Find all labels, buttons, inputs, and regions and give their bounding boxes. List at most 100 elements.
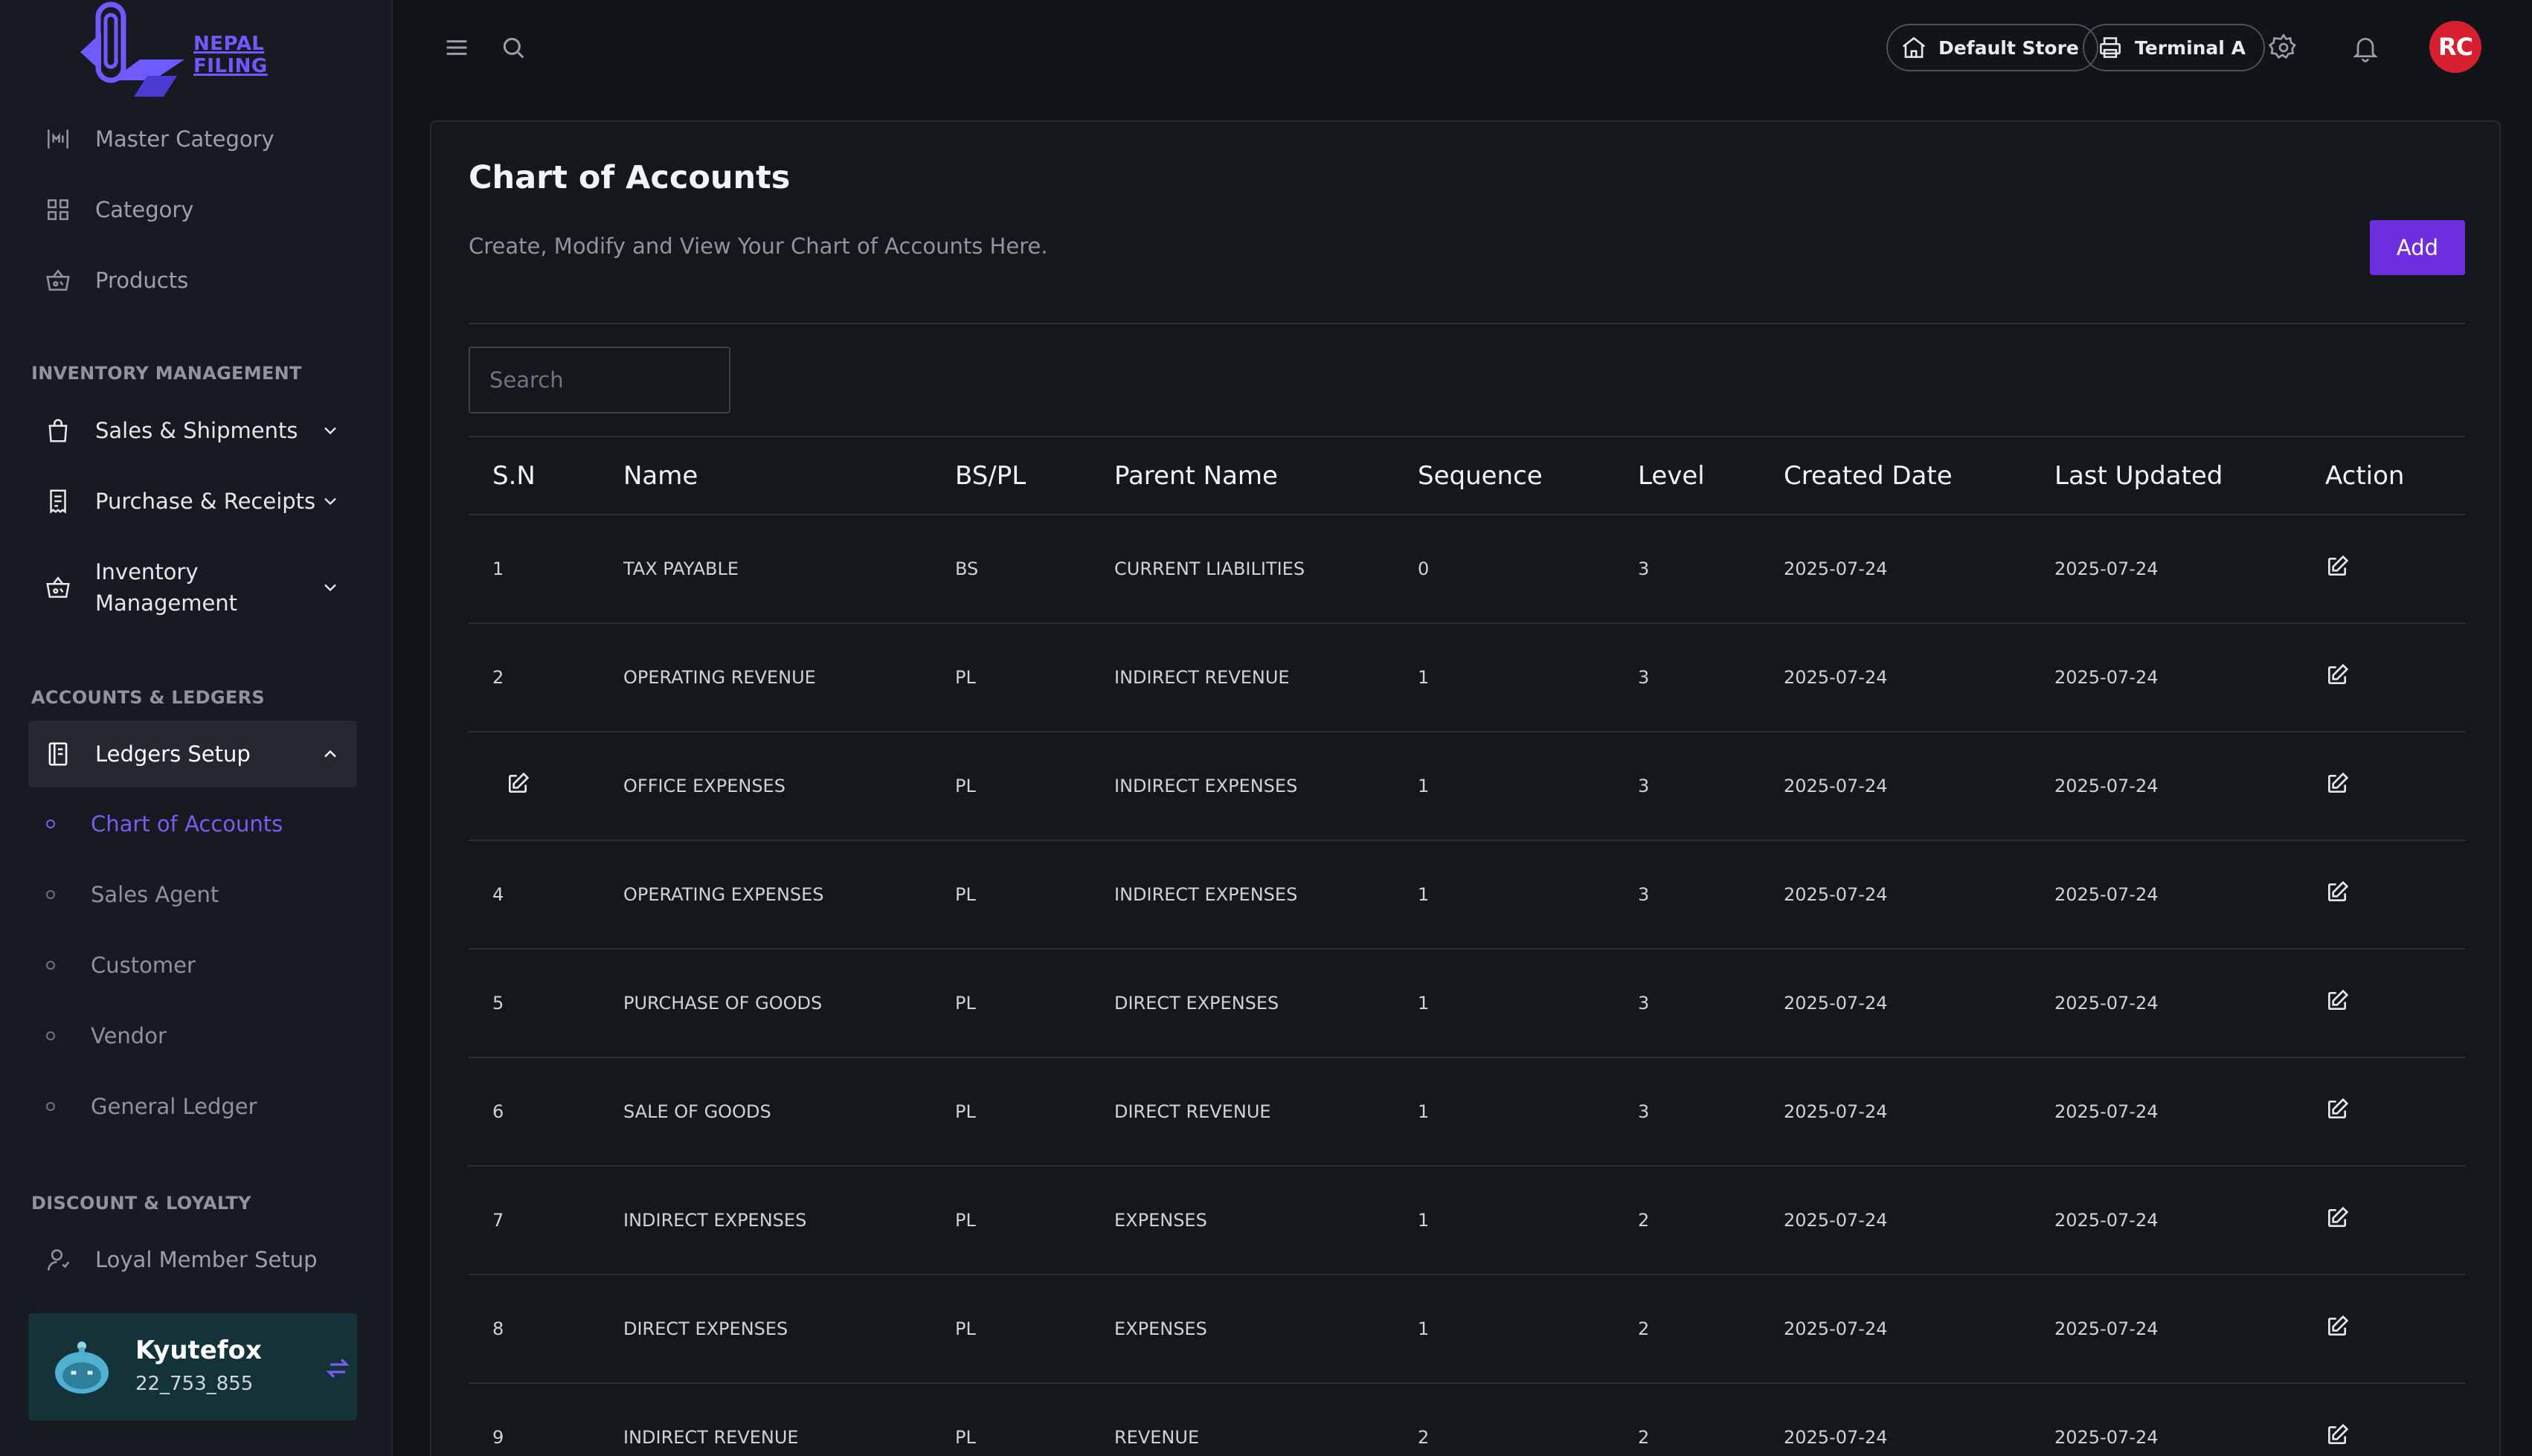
cell-bspl: PL (931, 623, 1090, 732)
sidebar-item-products[interactable]: Products (28, 247, 357, 314)
chevron-down-icon (324, 584, 336, 592)
cell-last-updated: 2025-07-24 (2031, 840, 2301, 950)
chevron-up-icon (324, 750, 336, 758)
cell-name: SALE OF GOODS (600, 1057, 931, 1167)
sidebar-item-loyal-member-setup[interactable]: Loyal Member Setup (28, 1226, 357, 1293)
edit-icon[interactable] (2325, 555, 2349, 579)
cell-name: OFFICE EXPENSES (600, 732, 931, 841)
chevron-down-icon (324, 497, 336, 506)
cell-action (2301, 1166, 2465, 1275)
add-button[interactable]: Add (2370, 220, 2465, 275)
cell-last-updated: 2025-07-24 (2031, 732, 2301, 841)
table-row[interactable]: 2 OPERATING REVENUE PL INDIRECT REVENUE 1 3 20… (469, 623, 2465, 732)
cell-sn: 5 (469, 949, 600, 1058)
user-name: Kyutefox (135, 1336, 262, 1365)
cell-sequence: 1 (1394, 840, 1614, 950)
sidebar-subitem-general-ledger[interactable]: General Ledger (46, 1084, 257, 1129)
menu-icon[interactable] (442, 33, 472, 62)
sidebar-subitem-sales-agent[interactable]: Sales Agent (46, 872, 219, 917)
column-header-last-updated[interactable]: Last Updated (2031, 437, 2301, 515)
section-label-discount: DISCOUNT & LOYALTY (31, 1193, 251, 1214)
cell-level: 2 (1614, 1383, 1760, 1456)
column-header-sn[interactable]: S.N (469, 437, 600, 515)
edit-icon[interactable] (506, 772, 530, 796)
search-icon[interactable] (498, 33, 528, 62)
table-row[interactable]: 9 INDIRECT REVENUE PL REVENUE 2 2 2025-07-24 20… (469, 1383, 2465, 1456)
cell-action (2301, 840, 2465, 950)
sidebar-subitem-chart-of-accounts[interactable]: Chart of Accounts (46, 802, 283, 846)
cell-level: 3 (1614, 949, 1760, 1058)
user-avatar[interactable]: RC (2429, 21, 2481, 73)
cell-name: TAX PAYABLE (600, 515, 931, 624)
cell-last-updated: 2025-07-24 (2031, 1057, 2301, 1167)
sidebar-item-ledgers-setup[interactable]: Ledgers Setup (28, 721, 357, 787)
cell-sn (469, 732, 600, 841)
cell-parent-name: EXPENSES (1090, 1275, 1394, 1384)
user-id: 22_753_855 (135, 1373, 254, 1395)
sidebar-item-label: Inventory Management (95, 559, 238, 616)
search-input[interactable] (469, 347, 730, 413)
edit-icon[interactable] (2325, 1098, 2349, 1121)
cell-created-date: 2025-07-24 (1760, 732, 2031, 841)
cell-sequence: 1 (1394, 1275, 1614, 1384)
edit-icon[interactable] (2325, 1206, 2349, 1230)
divider (469, 323, 2465, 324)
sidebar-item-label: Purchase & Receipts (95, 489, 316, 514)
table-row[interactable]: 4 OPERATING EXPENSES PL INDIRECT EXPENSES 1 3… (469, 840, 2465, 950)
edit-icon[interactable] (2325, 1315, 2349, 1339)
bell-icon[interactable] (2351, 33, 2380, 62)
user-card[interactable]: Kyutefox 22_753_855 (28, 1313, 357, 1420)
store-icon (1902, 36, 1926, 58)
sidebar-item-category[interactable]: Category (28, 176, 357, 243)
sidebar-item-inventory-management[interactable]: Inventory Management (28, 550, 357, 625)
cell-action (2301, 623, 2465, 732)
switch-account-icon[interactable] (323, 1353, 353, 1383)
table-row[interactable]: 7 INDIRECT EXPENSES PL EXPENSES 1 2 2025-07-24… (469, 1166, 2465, 1275)
sidebar-subitem-vendor[interactable]: Vendor (46, 1014, 167, 1058)
cell-bspl: PL (931, 840, 1090, 950)
column-header-bspl[interactable]: BS/PL (931, 437, 1090, 515)
column-header-sequence[interactable]: Sequence (1394, 437, 1614, 515)
column-header-created-date[interactable]: Created Date (1760, 437, 2031, 515)
cell-sequence: 2 (1394, 1383, 1614, 1456)
gear-icon[interactable] (2269, 33, 2298, 62)
edit-icon[interactable] (2325, 1423, 2349, 1447)
column-header-parent-name[interactable]: Parent Name (1090, 437, 1394, 515)
table-row[interactable]: 8 DIRECT EXPENSES PL EXPENSES 1 2 2025-07-24 20… (469, 1275, 2465, 1384)
cell-name: OPERATING EXPENSES (600, 840, 931, 950)
sidebar-item-label: Products (95, 268, 189, 293)
sidebar-item-label: Ledgers Setup (95, 741, 251, 767)
cell-last-updated: 2025-07-24 (2031, 949, 2301, 1058)
table-row[interactable]: 1 TAX PAYABLE BS CURRENT LIABILITIES 0 3 2025-… (469, 515, 2465, 624)
sidebar-subitem-customer[interactable]: Customer (46, 943, 196, 988)
member-icon (43, 1245, 73, 1275)
table-row[interactable]: 5 PURCHASE OF GOODS PL DIRECT EXPENSES 1 3 202… (469, 949, 2465, 1058)
terminal-selector-button[interactable]: Terminal A (2083, 24, 2265, 71)
cell-bspl: PL (931, 949, 1090, 1058)
cell-parent-name: EXPENSES (1090, 1166, 1394, 1275)
sidebar-item-master-category[interactable]: Master Category (28, 106, 357, 173)
edit-icon[interactable] (2325, 663, 2349, 687)
cell-level: 3 (1614, 840, 1760, 950)
column-header-level[interactable]: Level (1614, 437, 1760, 515)
cell-parent-name: REVENUE (1090, 1383, 1394, 1456)
sidebar-item-label: Master Category (95, 126, 274, 152)
grid-icon (43, 195, 73, 225)
cell-sequence: 1 (1394, 1057, 1614, 1167)
sidebar-item-purchase-receipts[interactable]: Purchase & Receipts (28, 468, 357, 535)
sidebar-item-sales-shipments[interactable]: Sales & Shipments (28, 397, 357, 464)
table-row[interactable]: 6 SALE OF GOODS PL DIRECT REVENUE 1 3 2025-07-… (469, 1057, 2465, 1167)
edit-icon[interactable] (2325, 989, 2349, 1013)
store-selector-button[interactable]: Default Store (1886, 24, 2098, 71)
table-row[interactable]: OFFICE EXPENSES PL INDIRECT EXPENSES 1 3 2025… (469, 732, 2465, 841)
cell-parent-name: CURRENT LIABILITIES (1090, 515, 1394, 624)
edit-icon[interactable] (2325, 772, 2349, 796)
cell-level: 3 (1614, 732, 1760, 841)
edit-icon[interactable] (2325, 880, 2349, 904)
accounts-table: S.N Name BS/PL Parent Name Sequence Leve… (469, 437, 2465, 1456)
cell-level: 3 (1614, 1057, 1760, 1167)
main-card: Chart of Accounts Create, Modify and Vie… (430, 120, 2501, 1456)
brand-logo[interactable]: NEPAL FILING (65, 0, 274, 104)
cell-created-date: 2025-07-24 (1760, 840, 2031, 950)
column-header-name[interactable]: Name (600, 437, 931, 515)
